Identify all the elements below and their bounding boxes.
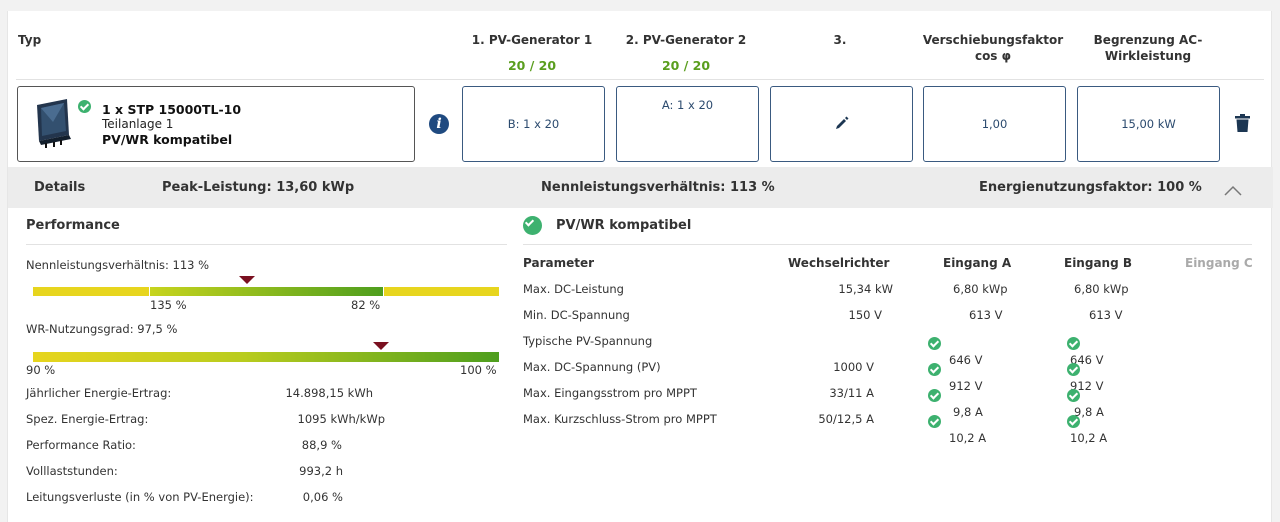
col-typ: Typ [18, 33, 42, 47]
compatible-check-icon [523, 216, 542, 235]
energy-usage-factor: Energienutzungsfaktor: 100 % [979, 180, 1202, 195]
inverter-config-panel: Typ 1. PV-Generator 1 20 / 20 2. PV-Gene… [7, 11, 1273, 522]
info-icon[interactable]: i [429, 114, 449, 134]
table-row: Max. Kurzschluss-Strom pro MPPT 50/12,5 … [523, 412, 1108, 445]
check-icon [928, 389, 941, 402]
compatible-check-icon [78, 100, 91, 113]
inverter-name: 1 x STP 15000TL-10 [102, 102, 242, 117]
th-parameter: Parameter [523, 256, 595, 270]
check-icon [928, 363, 941, 376]
col-gen2-count: 20 / 20 [661, 58, 711, 73]
wr-usage-label: WR-Nutzungsgrad: 97,5 % [26, 322, 178, 336]
col-ac-limit: Begrenzung AC- Wirkleistung [1093, 33, 1203, 63]
cos-phi-field[interactable]: 1,00 [923, 86, 1066, 162]
nlv-label: Nennleistungsverhältnis: 113 % [26, 258, 210, 272]
nlv-gauge [33, 287, 499, 296]
col-gen3: 3. [833, 33, 847, 47]
nlv-gauge-max: 82 % [351, 298, 381, 312]
th-input-a: Eingang A [943, 256, 1012, 270]
check-icon [928, 415, 941, 428]
check-icon [1067, 389, 1081, 402]
check-icon [928, 337, 941, 350]
table-row: Max. Eingangsstrom pro MPPT 33/11 A 9,8 … [523, 386, 1104, 419]
gen1-config-button[interactable]: B: 1 x 20 [462, 86, 605, 162]
wr-gauge-max: 100 % [460, 363, 497, 377]
performance-title: Performance [26, 218, 120, 233]
inverter-card[interactable]: 1 x STP 15000TL-10 Teilanlage 1 PV/WR ko… [17, 86, 415, 162]
wr-gauge-min: 90 % [26, 363, 56, 377]
col-gen2: 2. PV-Generator 2 [625, 33, 747, 47]
wr-usage-gauge [33, 352, 499, 362]
nlv-marker [239, 276, 255, 284]
trash-icon[interactable] [1235, 114, 1250, 136]
chevron-up-icon[interactable] [1224, 181, 1242, 200]
nominal-power-ratio: Nennleistungsverhältnis: 113 % [541, 180, 775, 195]
pencil-icon [835, 116, 849, 133]
inverter-subsystem: Teilanlage 1 [102, 117, 174, 131]
gen3-edit-button[interactable] [770, 86, 913, 162]
check-icon [1067, 363, 1081, 376]
wr-usage-marker [373, 342, 389, 350]
gen2-config-button[interactable]: A: 1 x 20 [616, 86, 759, 162]
col-gen1-count: 20 / 20 [507, 58, 557, 73]
summary-bar: Details Peak-Leistung: 13,60 kWp Nennlei… [8, 167, 1273, 208]
peak-power: Peak-Leistung: 13,60 kWp [162, 180, 355, 195]
ac-limit-field[interactable]: 15,00 kW [1077, 86, 1220, 162]
inverter-status: PV/WR kompatibel [102, 132, 233, 147]
inverter-image [33, 97, 77, 149]
nlv-gauge-min: 135 % [150, 298, 187, 312]
col-cos: Verschiebungsfaktor cos φ [922, 33, 1064, 63]
th-input-c: Eingang C [1185, 256, 1253, 270]
compat-title: PV/WR kompatibel [556, 218, 692, 233]
check-icon [1067, 415, 1081, 428]
check-icon [1067, 337, 1081, 350]
th-input-b: Eingang B [1064, 256, 1132, 270]
th-inverter: Wechselrichter [788, 256, 890, 270]
table-row: Max. DC-Spannung (PV) 1000 V 912 V 912 V [523, 360, 1104, 393]
col-gen1: 1. PV-Generator 1 [471, 33, 593, 47]
details-toggle[interactable]: Details [34, 180, 85, 195]
table-row: Typische PV-Spannung 646 V 646 V [523, 334, 1104, 367]
